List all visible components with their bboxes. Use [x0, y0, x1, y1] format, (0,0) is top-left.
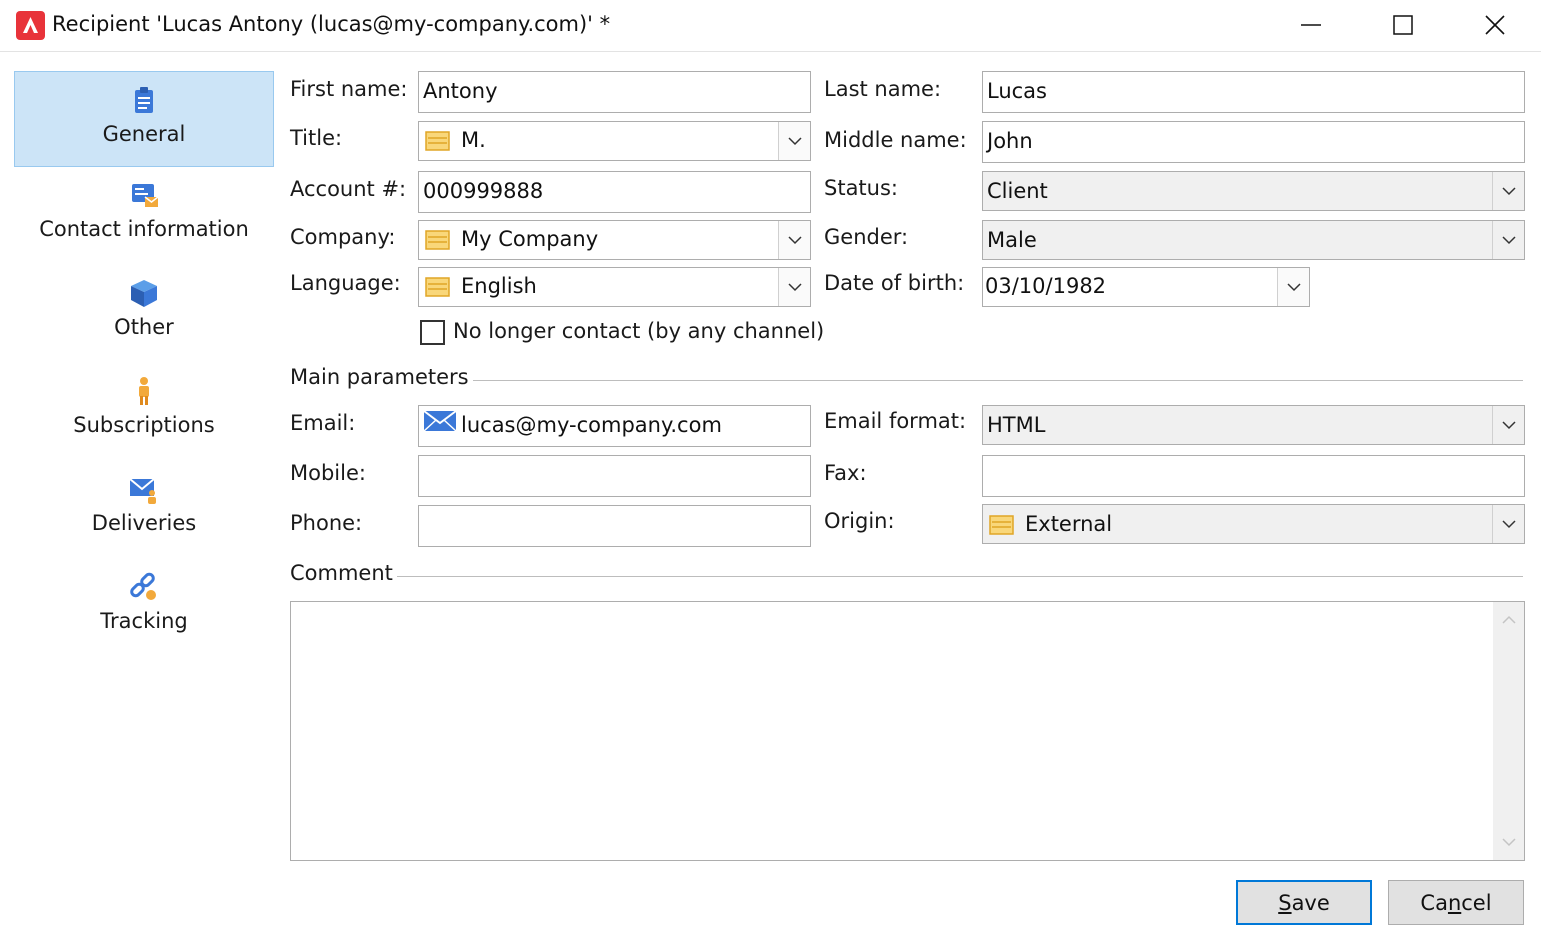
list-icon — [425, 131, 450, 151]
scroll-down-button[interactable] — [1493, 824, 1524, 860]
main-parameters-heading: Main parameters — [290, 365, 473, 389]
person-icon — [139, 377, 149, 405]
origin-select[interactable]: External — [982, 504, 1525, 544]
phone-label: Phone: — [290, 511, 363, 535]
envelope-person-icon — [129, 478, 156, 504]
chevron-up-icon — [1501, 615, 1516, 624]
first-name-field[interactable]: Antony — [418, 71, 811, 113]
save-button[interactable]: Save — [1236, 880, 1372, 925]
window-title: Recipient 'Lucas Antony (lucas@my-compan… — [52, 12, 611, 36]
status-select[interactable]: Client — [982, 171, 1525, 211]
email-field[interactable]: lucas@my-company.com — [418, 405, 811, 447]
gender-select[interactable]: Male — [982, 220, 1525, 260]
origin-dropdown-button[interactable] — [1492, 505, 1524, 543]
chevron-down-icon — [787, 137, 802, 146]
account-field[interactable]: 000999888 — [418, 171, 811, 213]
title-combobox[interactable]: M. — [418, 121, 811, 161]
dialog-body: General Contact information Other Subscr… — [0, 53, 1541, 935]
phone-field[interactable] — [418, 505, 811, 547]
email-format-select[interactable]: HTML — [982, 405, 1525, 445]
fax-label: Fax: — [824, 461, 867, 485]
envelope-icon — [423, 410, 457, 432]
title-label: Title: — [290, 126, 343, 150]
sidebar-item-subscriptions[interactable]: Subscriptions — [14, 363, 274, 459]
mobile-field[interactable] — [418, 455, 811, 497]
title-dropdown-button[interactable] — [778, 122, 810, 160]
chevron-down-icon — [1501, 187, 1516, 196]
minimize-button[interactable] — [1265, 0, 1357, 50]
sidebar-item-label: Other — [114, 315, 174, 339]
sidebar-item-deliveries[interactable]: Deliveries — [14, 461, 274, 557]
list-icon — [425, 230, 450, 250]
comment-textarea[interactable] — [290, 601, 1525, 861]
gender-label: Gender: — [824, 225, 909, 249]
comment-heading: Comment — [290, 561, 397, 585]
link-icon — [130, 572, 156, 600]
sidebar-item-contact-information[interactable]: Contact information — [14, 167, 274, 263]
dob-date-picker[interactable]: 03/10/1982 — [982, 267, 1310, 307]
app-logo-icon — [16, 11, 45, 40]
sidebar-item-label: Deliveries — [91, 511, 197, 535]
origin-label: Origin: — [824, 509, 895, 533]
title-bar: Recipient 'Lucas Antony (lucas@my-compan… — [0, 0, 1541, 52]
language-combobox[interactable]: English — [418, 267, 811, 307]
fax-field[interactable] — [982, 455, 1525, 497]
contact-card-icon — [132, 184, 159, 207]
company-combobox[interactable]: My Company — [418, 220, 811, 260]
dob-label: Date of birth: — [824, 271, 965, 295]
chevron-down-icon — [1501, 421, 1516, 430]
cube-icon — [131, 280, 157, 307]
email-label: Email: — [290, 411, 356, 435]
mobile-label: Mobile: — [290, 461, 366, 485]
close-button[interactable] — [1449, 0, 1541, 50]
no-contact-label[interactable]: No longer contact (by any channel) — [453, 319, 824, 343]
dob-dropdown-button[interactable] — [1277, 268, 1309, 306]
sidebar-item-label: Tracking — [100, 609, 188, 633]
language-label: Language: — [290, 271, 401, 295]
clipboard-icon — [135, 87, 153, 113]
comment-scrollbar[interactable] — [1493, 602, 1524, 860]
sidebar-item-label: General — [102, 122, 186, 146]
email-format-dropdown-button[interactable] — [1492, 406, 1524, 444]
chevron-down-icon — [787, 236, 802, 245]
sidebar-item-tracking[interactable]: Tracking — [14, 559, 274, 655]
list-icon — [425, 277, 450, 297]
first-name-label: First name: — [290, 77, 408, 101]
last-name-field[interactable]: Lucas — [982, 71, 1525, 113]
sidebar-item-label: Subscriptions — [73, 413, 215, 437]
gender-dropdown-button[interactable] — [1492, 221, 1524, 259]
chevron-down-icon — [1501, 520, 1516, 529]
cancel-button[interactable]: Ca n cel — [1388, 880, 1524, 925]
chevron-down-icon — [1501, 838, 1516, 847]
chevron-down-icon — [787, 283, 802, 292]
status-dropdown-button[interactable] — [1492, 172, 1524, 210]
list-icon — [989, 515, 1014, 535]
email-format-label: Email format: — [824, 409, 967, 433]
account-label: Account #: — [290, 177, 407, 201]
language-dropdown-button[interactable] — [778, 268, 810, 306]
sidebar-item-general[interactable]: General — [14, 71, 274, 167]
chevron-down-icon — [1501, 236, 1516, 245]
section-divider — [290, 380, 1523, 381]
chevron-down-icon — [1286, 283, 1301, 292]
no-contact-checkbox[interactable] — [420, 320, 445, 345]
middle-name-label: Middle name: — [824, 128, 967, 152]
company-label: Company: — [290, 225, 396, 249]
sidebar-item-other[interactable]: Other — [14, 265, 274, 361]
last-name-label: Last name: — [824, 77, 942, 101]
company-dropdown-button[interactable] — [778, 221, 810, 259]
section-divider — [290, 576, 1523, 577]
status-label: Status: — [824, 176, 898, 200]
scroll-up-button[interactable] — [1493, 602, 1524, 638]
middle-name-field[interactable]: John — [982, 121, 1525, 163]
maximize-button[interactable] — [1357, 0, 1449, 50]
sidebar-item-label: Contact information — [39, 217, 249, 241]
